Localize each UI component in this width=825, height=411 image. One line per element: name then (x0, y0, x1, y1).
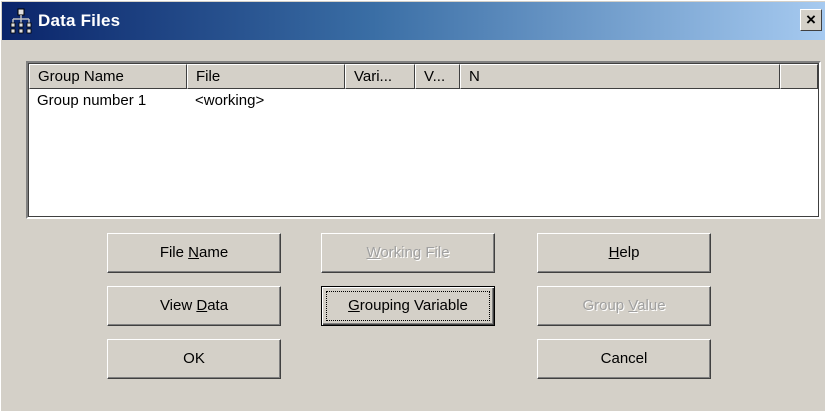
column-header-v[interactable]: V... (415, 64, 460, 89)
list-item[interactable]: Group number 1 <working> (29, 90, 818, 112)
cancel-button[interactable]: Cancel (537, 339, 711, 379)
group-value-button[interactable]: Group Value (537, 286, 711, 326)
data-files-dialog: Data Files × Group Name File Vari... V..… (0, 0, 825, 411)
cell-n (460, 90, 780, 112)
focus-rectangle: Grouping Variable (326, 291, 490, 321)
list-header: Group Name File Vari... V... N (29, 64, 818, 89)
ok-button[interactable]: OK (107, 339, 281, 379)
cell-file: <working> (195, 92, 265, 109)
column-header-variable[interactable]: Vari... (345, 64, 415, 89)
window-title: Data Files (38, 11, 121, 30)
column-header-filler (780, 64, 818, 89)
network-tree-icon (6, 6, 36, 36)
list-rows: Group number 1 <working> (29, 90, 818, 112)
data-files-list[interactable]: Group Name File Vari... V... N Group num… (26, 61, 821, 219)
title-bar[interactable]: Data Files × (2, 2, 825, 40)
cell-group-name: Group number 1 (37, 92, 147, 109)
help-button[interactable]: Help (537, 233, 711, 273)
working-file-button[interactable]: Working File (321, 233, 495, 273)
view-data-button[interactable]: View Data (107, 286, 281, 326)
cell-value (415, 90, 460, 112)
grouping-variable-button[interactable]: Grouping Variable (321, 286, 495, 326)
column-header-group-name[interactable]: Group Name (29, 64, 187, 89)
file-name-button[interactable]: File Name (107, 233, 281, 273)
column-header-n[interactable]: N (460, 64, 780, 89)
column-header-file[interactable]: File (187, 64, 345, 89)
cell-variable (345, 90, 415, 112)
close-icon: × (806, 10, 816, 29)
close-button[interactable]: × (800, 9, 822, 31)
